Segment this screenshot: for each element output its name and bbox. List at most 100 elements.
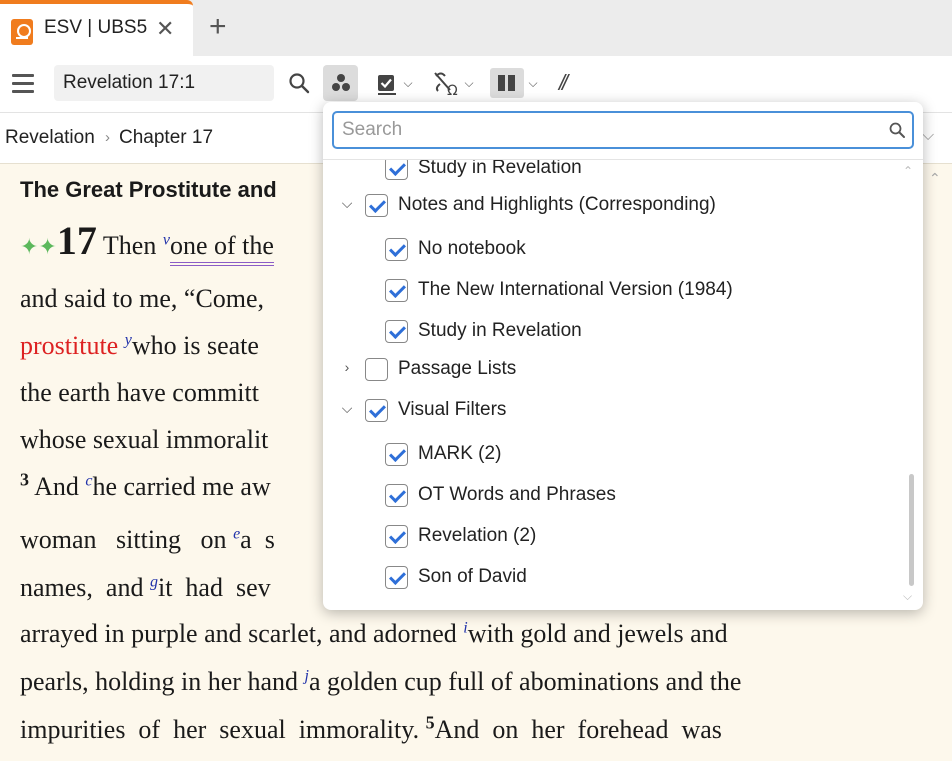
checkbox-pen-icon xyxy=(378,75,397,95)
filter-label: MARK (2) xyxy=(418,443,502,464)
passage-line: ✦✦17 Then vone of the xyxy=(20,217,274,266)
verse-text: pearls, holding in her hand xyxy=(20,667,305,696)
filter-search-input[interactable] xyxy=(342,117,862,143)
footnote-marker[interactable]: y xyxy=(125,331,132,348)
tab-strip: ESV | UBS5 ✕ + xyxy=(0,0,952,56)
search-icon xyxy=(889,122,905,138)
columns-icon xyxy=(490,68,525,98)
filter-label: Visual Filters xyxy=(398,399,507,420)
passage-line: names, and git had sev xyxy=(20,573,271,603)
tab-title: ESV | UBS5 xyxy=(44,17,148,38)
checkbox[interactable] xyxy=(385,442,408,466)
section-heading: The Great Prostitute and xyxy=(20,177,277,202)
parallel-resources-button[interactable]: // xyxy=(549,65,575,101)
hamburger-menu-icon[interactable] xyxy=(12,74,34,93)
verse-text: And on her forehead was xyxy=(434,715,722,744)
chevron-down-icon[interactable]: ⌵ xyxy=(922,127,934,145)
verse-text-red: prostitute xyxy=(20,331,119,360)
filter-label: Study in Revelation xyxy=(418,160,582,178)
filter-group-notes[interactable]: Notes and Highlights (Corresponding) xyxy=(365,188,716,222)
filter-item[interactable]: Revelation (2) xyxy=(385,519,536,553)
filter-item[interactable]: Study in Revelation xyxy=(385,160,582,185)
chevron-down-icon: ⌵ xyxy=(528,75,538,90)
filter-item[interactable]: No notebook xyxy=(385,232,526,266)
passage-line: whose sexual immoralit xyxy=(20,425,268,455)
verse-text: he carried me aw xyxy=(92,472,271,501)
verse-text: Then xyxy=(96,231,163,260)
resource-icon xyxy=(11,19,33,45)
verse-text: who is seate xyxy=(131,331,259,360)
filter-item[interactable]: MARK (2) xyxy=(385,437,501,471)
checkbox[interactable] xyxy=(385,278,408,302)
visual-filters-panel: Study in Revelation ⌵ Notes and Highligh… xyxy=(323,102,923,610)
checkbox[interactable] xyxy=(385,319,408,343)
passage-line: impurities of her sexual immorality. 5An… xyxy=(20,712,722,745)
passage-line: and said to me, “Come, xyxy=(20,284,264,314)
filter-item[interactable]: Son of David xyxy=(385,560,527,594)
passage-line: the earth have committ xyxy=(20,378,259,408)
chevron-down-icon: ⌵ xyxy=(464,75,474,90)
notes-highlights-button[interactable]: ⌵ xyxy=(370,65,418,101)
filter-label: The New International Version (1984) xyxy=(418,279,733,300)
passage-line: 3 And che carried me aw xyxy=(20,469,271,502)
filter-item[interactable]: OT Words and Phrases xyxy=(385,478,616,512)
checkbox[interactable] xyxy=(385,237,408,261)
verse-text: a s xyxy=(240,525,275,554)
filter-item[interactable]: Study in Revelation xyxy=(385,314,582,348)
passage-line: arrayed in purple and scarlet, and adorn… xyxy=(20,619,728,649)
scroll-up-icon[interactable]: ⌃ xyxy=(929,170,941,187)
scroll-up-icon[interactable]: ⌃ xyxy=(903,164,913,178)
filter-group-visual-filters[interactable]: Visual Filters xyxy=(365,393,506,427)
filter-label: Son of David xyxy=(418,566,527,587)
checkbox[interactable] xyxy=(385,565,408,589)
breadcrumb-chapter[interactable]: Chapter 17 xyxy=(119,127,213,149)
verse-text: whose sexual immoralit xyxy=(20,425,269,454)
tab-esv-ubs5[interactable]: ESV | UBS5 ✕ xyxy=(0,0,193,56)
svg-text:Ω: Ω xyxy=(447,83,458,96)
breadcrumb-book[interactable]: Revelation xyxy=(5,127,95,149)
checkbox[interactable] xyxy=(365,193,388,217)
verse-text: with gold and jewels and xyxy=(467,619,728,648)
verse-text: it had sev xyxy=(157,573,271,602)
sparkle-icon: ✦✦ xyxy=(20,235,57,260)
verse-text: And xyxy=(29,472,86,501)
filter-list: Study in Revelation ⌵ Notes and Highligh… xyxy=(323,160,923,610)
visual-filters-icon xyxy=(331,74,351,92)
verse-number: 3 xyxy=(20,469,29,490)
filter-label: Notes and Highlights (Corresponding) xyxy=(398,194,716,215)
verse-text: a golden cup full of abominations and th… xyxy=(308,667,742,696)
chapter-number: 17 xyxy=(56,218,97,263)
chevron-right-icon[interactable]: › xyxy=(339,359,355,375)
verse-number: 5 xyxy=(425,712,435,733)
layout-button[interactable]: ⌵ xyxy=(488,65,540,101)
filter-group-passage-lists[interactable]: Passage Lists xyxy=(365,352,516,386)
filter-label: No notebook xyxy=(418,238,526,259)
footnote-marker[interactable]: g xyxy=(150,573,158,590)
search-icon[interactable] xyxy=(284,65,314,101)
visual-filters-button[interactable] xyxy=(323,65,358,101)
footnote-marker[interactable]: v xyxy=(163,231,170,248)
scroll-down-icon[interactable]: ⌵ xyxy=(903,589,912,604)
filter-item[interactable]: The New International Version (1984) xyxy=(385,273,733,307)
scrollbar-thumb[interactable] xyxy=(909,474,914,586)
tab-close-icon[interactable]: ✕ xyxy=(156,17,174,41)
checkbox[interactable] xyxy=(365,398,388,422)
verse-text-highlighted: one of the xyxy=(169,231,274,266)
checkbox[interactable] xyxy=(385,483,408,507)
unlink-omega-icon: Ω xyxy=(434,72,458,96)
verse-text: impurities of her sexual immorality. xyxy=(20,715,426,744)
checkbox[interactable] xyxy=(365,357,388,381)
checkbox[interactable] xyxy=(385,524,408,548)
reference-input[interactable] xyxy=(54,65,274,101)
filter-label: Revelation (2) xyxy=(418,525,537,546)
filter-label: Study in Revelation xyxy=(418,320,582,341)
passage-line: pearls, holding in her hand ja golden cu… xyxy=(20,667,741,697)
chevron-down-icon[interactable]: ⌵ xyxy=(339,400,355,417)
filter-label: Passage Lists xyxy=(398,358,517,379)
add-tab-button[interactable]: + xyxy=(209,12,227,42)
chevron-down-icon: ⌵ xyxy=(403,75,413,90)
chevron-down-icon[interactable]: ⌵ xyxy=(339,195,355,212)
verse-text: arrayed in purple and scarlet, and adorn… xyxy=(20,619,464,648)
checkbox[interactable] xyxy=(385,160,408,180)
link-set-button[interactable]: Ω ⌵ xyxy=(428,65,478,101)
